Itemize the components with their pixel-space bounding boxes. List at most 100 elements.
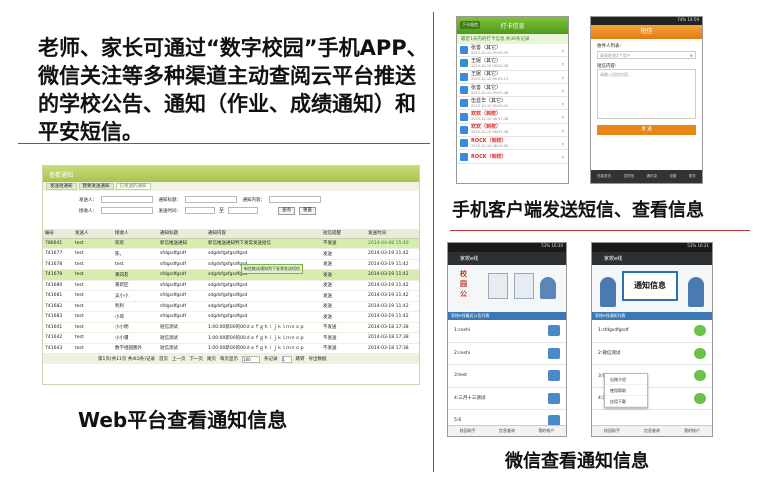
cell-time: 2014-03-18 17:38 — [366, 322, 419, 333]
page-number-input[interactable]: 1 — [281, 355, 292, 363]
list-item[interactable]: 3:test — [448, 365, 566, 388]
home-icon[interactable] — [548, 325, 560, 337]
nav-more[interactable]: 更多 — [689, 174, 696, 179]
title-input[interactable] — [185, 196, 237, 203]
banner-document-icon — [514, 273, 534, 299]
cell-title: 新信推送通知 — [158, 238, 206, 249]
table-row[interactable]: 741641 test 小小明 短信测试 1:00:00新00的00ｄｅｆｇｈｉｊｋｌｍ… — [43, 322, 419, 333]
per-page-select[interactable]: 100 — [242, 355, 261, 363]
list-item[interactable]: 王妮（其它） 2013-10-10 09:02:13 › — [457, 71, 568, 84]
nav-my-account[interactable]: 我的帐户 — [538, 428, 554, 434]
cell-id: 741680 — [43, 280, 73, 291]
nav-settings[interactable]: 设置 — [669, 174, 676, 179]
home-icon[interactable] — [548, 392, 560, 404]
nav-info-query[interactable]: 信息查询 — [499, 428, 515, 434]
nav-contacts[interactable]: 通讯录 — [646, 174, 657, 179]
message-icon[interactable] — [694, 325, 706, 337]
col-sender[interactable]: 发送人 — [73, 229, 113, 239]
cell-title: sfdgsdfgsdf — [158, 290, 206, 302]
cell-time: 2014-03-19 11:42 — [366, 280, 419, 291]
list-item[interactable]: 1:sfdgsdfgsdf — [592, 320, 712, 343]
list-item[interactable]: 4:三月十三测试 — [448, 388, 566, 410]
message-icon[interactable] — [694, 347, 706, 359]
col-time[interactable]: 发送时间 — [366, 229, 419, 239]
cell-time: 2014-03-19 11:42 — [366, 259, 419, 270]
tab-send-short[interactable]: 发送短通知 — [46, 183, 77, 190]
pager-first[interactable]: 首页 — [159, 356, 168, 362]
nav-sms[interactable]: 发短信 — [624, 174, 635, 179]
send-button[interactable]: 发 送 — [597, 125, 696, 135]
table-row[interactable]: 741643 test 数学组圆圈外 短信测试 1:00:00新00的00ｄｅｆｇｈｉｊ… — [43, 343, 419, 354]
message-icon[interactable] — [694, 392, 706, 404]
tab-sent-notices[interactable]: 已发送的通知 — [115, 183, 151, 190]
list-item[interactable]: 欢欢（到校） 2013-10-10 08:57:48 › — [457, 124, 568, 138]
menu-item-help[interactable]: 使用帮助 — [605, 385, 647, 396]
tab-send-notice[interactable]: 我要发送通知 — [78, 183, 114, 190]
home-icon[interactable] — [548, 347, 560, 359]
col-id[interactable]: 编号 — [43, 229, 73, 239]
table-row[interactable]: 741679 test 黄四友 sfdgsdfgsdf sdgdsfgsfgsdfgsd… — [43, 269, 419, 281]
content-input[interactable] — [269, 196, 321, 203]
chevron-right-icon: › — [561, 127, 564, 135]
pager-prev[interactable]: 上一页 — [172, 356, 186, 362]
receiver-list-field[interactable]: 高效影视2个用户 ⊕ — [597, 51, 696, 59]
list-item[interactable]: 伍显华（其它） 2013-10-10 09:00:41 › — [457, 97, 568, 111]
caption-web: Web平台查看通知信息 — [78, 408, 288, 432]
receiver-input[interactable] — [101, 207, 153, 214]
home-icon[interactable] — [548, 370, 560, 382]
list-item[interactable]: ROCK（到校） › — [457, 150, 568, 164]
banner-char: 园 — [460, 280, 467, 288]
list-item[interactable]: 欢欢（到校） 2013-10-10 08:57:48 › — [457, 110, 568, 124]
col-receiver[interactable]: 接收人 — [113, 229, 158, 239]
list-item[interactable]: 2:微信测试 — [592, 343, 712, 365]
message-icon[interactable] — [694, 370, 706, 382]
menu-item-download[interactable]: 应用下载 — [605, 396, 647, 407]
nav-campus-assistant[interactable]: 校园助手 — [460, 428, 476, 434]
cell-title: 短信测试 — [158, 322, 206, 333]
list-item[interactable]: 王妮（其它） 2013-10-10 09:02:38 › — [457, 57, 568, 71]
nav-campus-assistant[interactable]: 校园助手 — [604, 428, 620, 434]
table-row[interactable]: 741683 test 小哥 sfdgsdfgsdf sdgdsfgsfgsdfgsd 发… — [43, 311, 419, 323]
receiver-list-label: 收件人列表: — [597, 44, 622, 49]
add-receiver-icon[interactable]: ⊕ — [690, 53, 693, 58]
jump-button[interactable]: 跳转 — [296, 356, 305, 362]
notice-table: 编号 发送人 接收人 通知标题 通知内容 短信提醒 发送时间 786641 tes… — [43, 229, 419, 354]
nav-info-query[interactable]: 信息查询 — [644, 428, 660, 434]
table-row[interactable]: 741642 test 小小遭 短信测试 1:00:00新00的00ｄｅｆｇｈｉｊｋｌｍ… — [43, 332, 419, 344]
cell-receiver: 黄四友 — [113, 269, 158, 281]
list-item[interactable]: 2:ceshi — [448, 343, 566, 365]
cell-title: sfdgsdfgsdf — [158, 248, 206, 260]
cell-remind: 发送 — [321, 290, 366, 302]
pager: 第1页(共11页 共4t3条)记录 首页 上一页 下一页 尾页 每页显示 100… — [43, 354, 419, 364]
menu-item-intro[interactable]: 出账介绍 — [605, 374, 647, 385]
table-row[interactable]: 741677 test 陈， sfdgsdfgsdf sdgdsfgsfgsdfgsd 发… — [43, 248, 419, 260]
nav-my-account[interactable]: 我的帐户 — [684, 428, 700, 434]
list-item[interactable]: 张善（其它） 2013-10-10 09:01:48 › — [457, 84, 568, 98]
export-button[interactable]: 导出数据 — [309, 356, 327, 362]
cell-content: sdgdsfgsfgsdfgsd — [206, 290, 321, 302]
back-button[interactable]: 下卡短信 — [460, 21, 480, 29]
list-item[interactable]: 张善（其它） 2013-10-10 09:02:39 › — [457, 44, 568, 58]
sms-content-field[interactable]: 请输入短信内容... — [597, 69, 696, 119]
cell-content: 1:00:00新00的00ｄｅｆｇｈｉｊｋｌｍｎｏｐ — [206, 332, 321, 344]
col-remind[interactable]: 短信提醒 — [321, 229, 366, 239]
table-row[interactable]: 741682 test 利利 sfdgsdfgsdf sdgdsfgsfgsdfgsd 发… — [43, 301, 419, 312]
pager-next[interactable]: 下一页 — [190, 356, 204, 362]
query-button[interactable]: 查询 — [278, 206, 296, 215]
reset-button[interactable]: 重置 — [299, 206, 317, 215]
col-title[interactable]: 通知标题 — [158, 229, 206, 239]
table-row[interactable]: 741680 test 黄新区 sfdgsdfgsdf sdgdsfgsfgsdfgsd… — [43, 280, 419, 291]
list-header: 家校e线最近公告列表 — [448, 312, 566, 320]
sender-input[interactable] — [101, 196, 153, 203]
nav-home[interactable]: 信息首页 — [597, 174, 611, 179]
table-row[interactable]: 786641 test 欢欢 新信推送通知 新信推送通知判下发常发送短信 不发送 2014-… — [43, 238, 419, 249]
col-content[interactable]: 通知内容 — [206, 229, 321, 239]
table-row[interactable]: 741681 test 吴小小 sfdgsdfgsdf sdgdsfgsfgsdfgsd… — [43, 290, 419, 302]
school-icon — [460, 86, 468, 95]
table-row[interactable]: 741678 test test sfdgsdfgsdf sdgdsfgsfgsdfgs… — [43, 259, 419, 270]
time-to-input[interactable] — [228, 207, 259, 214]
pager-last[interactable]: 尾页 — [207, 356, 216, 362]
list-item[interactable]: ROCK（到校） 2013-10-10 08:45:59 › — [457, 137, 568, 151]
time-from-input[interactable] — [185, 207, 215, 214]
list-item[interactable]: 1:ceshi — [448, 320, 566, 343]
